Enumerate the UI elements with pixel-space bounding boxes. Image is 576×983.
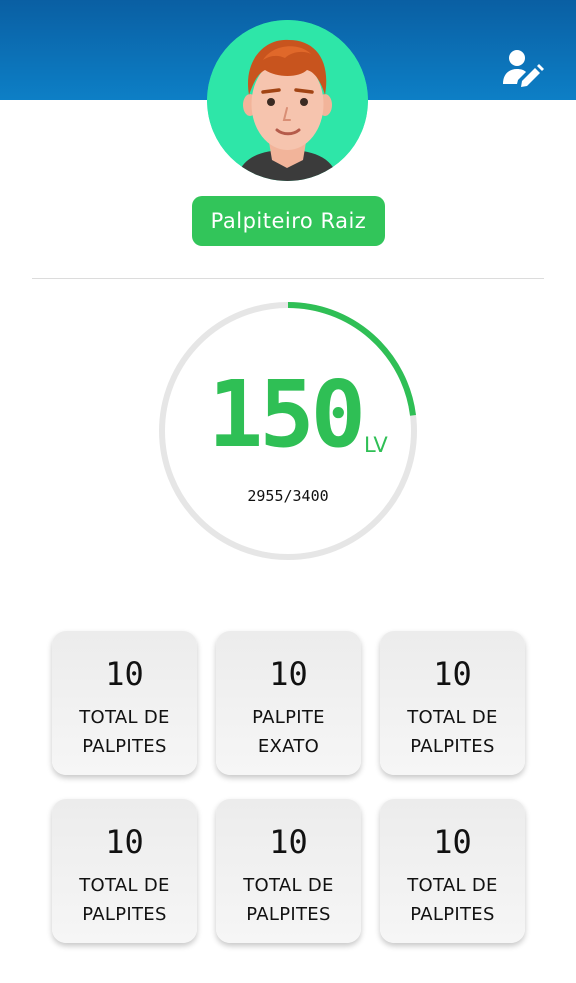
stat-value: 10 <box>269 655 308 693</box>
stat-value: 10 <box>105 655 144 693</box>
avatar-icon <box>207 20 368 181</box>
rank-badge: Palpiteiro Raiz <box>192 196 385 246</box>
stat-label: TOTAL DE PALPITES <box>79 707 170 757</box>
stat-label: PALPITE EXATO <box>252 707 325 757</box>
stats-grid: 10 TOTAL DE PALPITES 10 PALPITE EXATO 10 T… <box>52 631 526 945</box>
stat-card[interactable]: 10 TOTAL DE PALPITES <box>380 631 525 775</box>
stat-card[interactable]: 10 PALPITE EXATO <box>216 631 361 775</box>
stat-label: TOTAL DE PALPITES <box>407 707 498 757</box>
stat-card[interactable]: 10 TOTAL DE PALPITES <box>216 799 361 943</box>
level-progress-ring: 150 LV 2955/3400 <box>156 299 420 563</box>
user-edit-icon <box>503 50 544 87</box>
level-unit: LV <box>364 433 388 457</box>
stat-value: 10 <box>433 655 472 693</box>
stat-label: TOTAL DE PALPITES <box>407 875 498 925</box>
stat-value: 10 <box>105 823 144 861</box>
xp-progress-text: 2955/3400 <box>247 487 329 505</box>
stat-value: 10 <box>433 823 472 861</box>
stat-value: 10 <box>269 823 308 861</box>
stat-label: TOTAL DE PALPITES <box>243 875 334 925</box>
level-value: 150 <box>207 361 366 468</box>
section-divider <box>32 278 544 279</box>
user-avatar[interactable] <box>207 20 368 181</box>
stat-label: TOTAL DE PALPITES <box>79 875 170 925</box>
stat-card[interactable]: 10 TOTAL DE PALPITES <box>380 799 525 943</box>
stat-card[interactable]: 10 TOTAL DE PALPITES <box>52 799 197 943</box>
stat-card[interactable]: 10 TOTAL DE PALPITES <box>52 631 197 775</box>
edit-profile-button[interactable] <box>500 48 544 88</box>
